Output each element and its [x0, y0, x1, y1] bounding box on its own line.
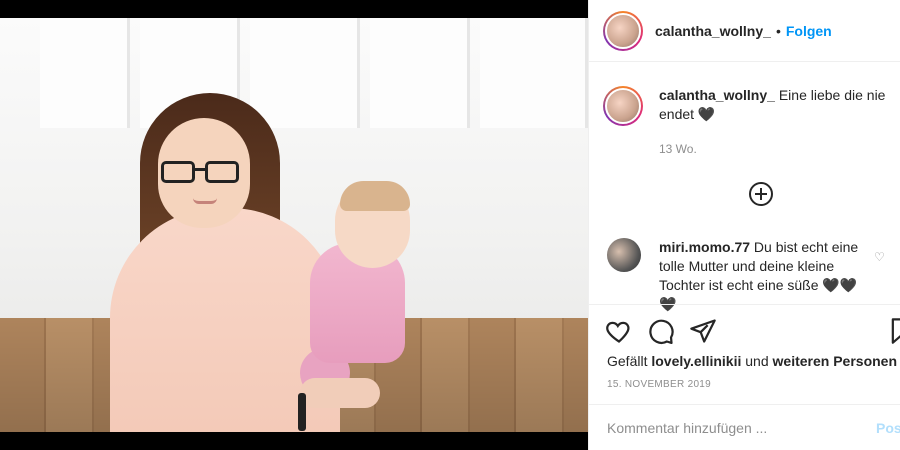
comment-input[interactable]	[607, 417, 857, 439]
woman-arm	[300, 378, 380, 408]
add-comments-icon[interactable]	[749, 182, 773, 206]
photo-scene	[0, 18, 588, 432]
likes-connector: und	[745, 353, 769, 369]
bracelet	[298, 393, 306, 431]
photo-window	[480, 18, 588, 128]
post-photo[interactable]	[0, 0, 588, 450]
post-sidebar: calantha_wollny_ • Folgen calantha_wolln…	[588, 0, 900, 450]
post-header: calantha_wollny_ • Folgen	[589, 0, 900, 62]
likes-user-link[interactable]: lovely.ellinikii	[651, 353, 741, 369]
action-bar: Gefällt lovely.ellinikii und weiteren Pe…	[589, 304, 900, 404]
woman-mouth	[193, 198, 217, 204]
photo-window	[250, 18, 360, 128]
bookmark-icon[interactable]	[887, 317, 900, 345]
header-separator: •	[775, 22, 781, 39]
likes-others-link[interactable]: weiteren Personen	[773, 353, 898, 369]
photo-window	[370, 18, 470, 128]
likes-summary: Gefällt lovely.ellinikii und weiteren Pe…	[607, 353, 897, 369]
caption-time-ago[interactable]: 13 Wo.	[659, 142, 697, 156]
share-icon[interactable]	[689, 317, 717, 345]
commenter-avatar[interactable]	[607, 238, 641, 272]
caption-username[interactable]: calantha_wollny_	[659, 87, 775, 103]
glasses	[161, 161, 241, 183]
baby-hair	[340, 181, 410, 211]
photo-window	[40, 18, 130, 128]
follow-button[interactable]: Folgen	[786, 23, 832, 39]
commenter-username[interactable]: miri.momo.77	[659, 239, 750, 255]
small-heart-icon[interactable]: ♡	[874, 250, 885, 264]
caption-avatar[interactable]	[603, 86, 643, 126]
author-avatar[interactable]	[603, 10, 643, 51]
author-username[interactable]: calantha_wollny_	[655, 23, 771, 39]
likes-prefix: Gefällt	[607, 353, 648, 369]
post-caption: calantha_wollny_ Eine liebe die nie ende…	[603, 86, 893, 126]
post-comment-button[interactable]: Posten	[876, 420, 900, 436]
post-date[interactable]: 15. NOVEMBER 2019	[607, 379, 711, 390]
comment-item: miri.momo.77 Du bist echt eine tolle Mut…	[607, 238, 897, 314]
heart-icon[interactable]	[605, 317, 633, 345]
comment-form: Posten	[589, 404, 900, 450]
comment-icon[interactable]	[647, 317, 675, 345]
